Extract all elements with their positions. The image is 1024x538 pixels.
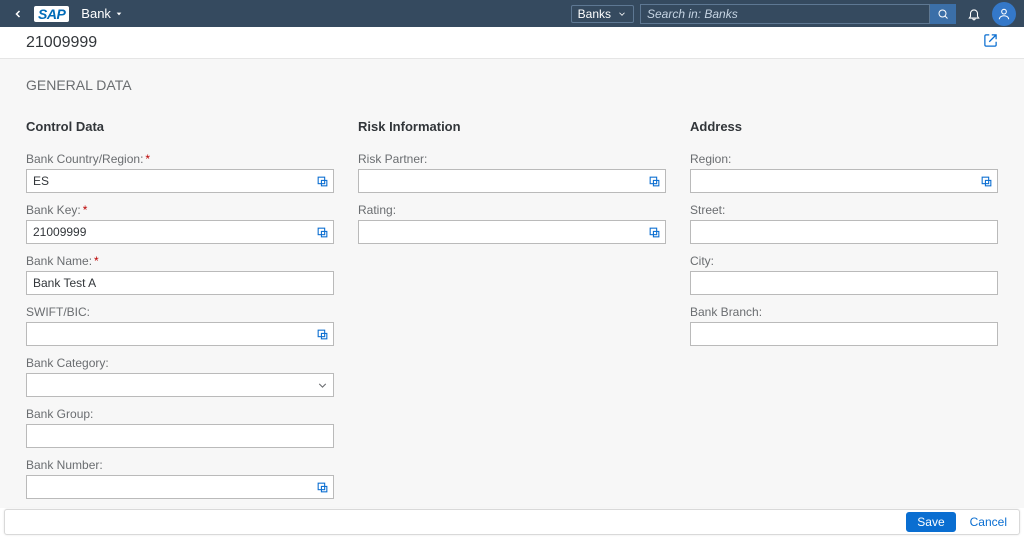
label-bank-key: Bank Key: xyxy=(26,203,81,217)
field-bank-group: Bank Group: xyxy=(26,407,334,448)
label-bank-country: Bank Country/Region: xyxy=(26,152,143,166)
app-title-dropdown[interactable]: Bank xyxy=(75,6,123,21)
required-marker: * xyxy=(94,254,99,268)
valuehelp-icon xyxy=(316,481,329,494)
input-risk-partner[interactable] xyxy=(358,169,666,193)
sap-logo: SAP xyxy=(34,6,69,22)
save-button[interactable]: Save xyxy=(906,512,955,532)
valuehelp-icon xyxy=(648,175,661,188)
form-columns: Control Data Bank Country/Region:* Bank … xyxy=(26,119,998,508)
notifications-button[interactable] xyxy=(962,2,986,26)
chevron-down-icon xyxy=(316,379,329,392)
content: GENERAL DATA Control Data Bank Country/R… xyxy=(0,59,1024,508)
label-swift: SWIFT/BIC: xyxy=(26,305,90,319)
valuehelp-icon xyxy=(980,175,993,188)
label-bank-number: Bank Number: xyxy=(26,458,103,472)
required-marker: * xyxy=(145,152,150,166)
chevron-down-icon xyxy=(617,9,627,19)
risk-info-title: Risk Information xyxy=(358,119,666,134)
field-rating: Rating: xyxy=(358,203,666,244)
input-city[interactable] xyxy=(690,271,998,295)
search-input[interactable] xyxy=(640,4,930,24)
input-bank-key[interactable] xyxy=(26,220,334,244)
label-bank-branch: Bank Branch: xyxy=(690,305,762,319)
share-button[interactable] xyxy=(983,33,998,53)
field-risk-partner: Risk Partner: xyxy=(358,152,666,193)
cancel-button[interactable]: Cancel xyxy=(966,513,1011,531)
input-region[interactable] xyxy=(690,169,998,193)
user-button[interactable] xyxy=(992,2,1016,26)
search-button[interactable] xyxy=(930,4,956,24)
label-risk-partner: Risk Partner: xyxy=(358,152,427,166)
back-button[interactable] xyxy=(8,4,28,24)
section-title: GENERAL DATA xyxy=(26,77,998,93)
input-rating[interactable] xyxy=(358,220,666,244)
label-street: Street: xyxy=(690,203,725,217)
shell-header: SAP Bank Banks xyxy=(0,0,1024,27)
chevron-left-icon xyxy=(12,8,24,20)
valuehelp-icon xyxy=(316,328,329,341)
field-bank-category: Bank Category: xyxy=(26,356,334,397)
control-data-column: Control Data Bank Country/Region:* Bank … xyxy=(26,119,334,508)
search-scope-label: Banks xyxy=(578,7,611,21)
valuehelp-bank-number[interactable] xyxy=(311,476,333,498)
input-bank-name[interactable] xyxy=(26,271,334,295)
search-icon xyxy=(937,8,949,20)
input-bank-branch[interactable] xyxy=(690,322,998,346)
label-bank-name: Bank Name: xyxy=(26,254,92,268)
valuehelp-swift[interactable] xyxy=(311,323,333,345)
label-bank-group: Bank Group: xyxy=(26,407,93,421)
address-title: Address xyxy=(690,119,998,134)
app-title-label: Bank xyxy=(81,6,111,21)
field-region: Region: xyxy=(690,152,998,193)
risk-info-column: Risk Information Risk Partner: Rating: xyxy=(358,119,666,254)
field-bank-key: Bank Key:* xyxy=(26,203,334,244)
address-column: Address Region: Street: City: xyxy=(690,119,998,356)
share-icon xyxy=(983,33,998,48)
user-icon xyxy=(997,7,1011,21)
input-bank-number[interactable] xyxy=(26,475,334,499)
required-marker: * xyxy=(83,203,88,217)
valuehelp-bank-country[interactable] xyxy=(311,170,333,192)
valuehelp-icon xyxy=(316,175,329,188)
dropdown-bank-category[interactable] xyxy=(311,374,333,396)
label-rating: Rating: xyxy=(358,203,396,217)
input-swift[interactable] xyxy=(26,322,334,346)
bell-icon xyxy=(967,7,981,21)
field-bank-country: Bank Country/Region:* xyxy=(26,152,334,193)
field-branch: Bank Branch: xyxy=(690,305,998,346)
input-bank-group[interactable] xyxy=(26,424,334,448)
valuehelp-risk-partner[interactable] xyxy=(643,170,665,192)
valuehelp-icon xyxy=(316,226,329,239)
label-city: City: xyxy=(690,254,714,268)
search-wrap xyxy=(640,4,956,24)
valuehelp-bank-key[interactable] xyxy=(311,221,333,243)
caret-down-icon xyxy=(115,10,123,18)
valuehelp-rating[interactable] xyxy=(643,221,665,243)
input-street[interactable] xyxy=(690,220,998,244)
field-city: City: xyxy=(690,254,998,295)
label-bank-category: Bank Category: xyxy=(26,356,109,370)
field-bank-number: Bank Number: xyxy=(26,458,334,499)
input-bank-category[interactable] xyxy=(26,373,334,397)
page-header: 21009999 xyxy=(0,27,1024,59)
control-data-title: Control Data xyxy=(26,119,334,134)
valuehelp-region[interactable] xyxy=(975,170,997,192)
field-bank-name: Bank Name:* xyxy=(26,254,334,295)
valuehelp-icon xyxy=(648,226,661,239)
label-region: Region: xyxy=(690,152,731,166)
field-street: Street: xyxy=(690,203,998,244)
input-bank-country[interactable] xyxy=(26,169,334,193)
field-swift: SWIFT/BIC: xyxy=(26,305,334,346)
page-title: 21009999 xyxy=(26,34,97,52)
footer-toolbar: Save Cancel xyxy=(4,509,1020,535)
search-scope-select[interactable]: Banks xyxy=(571,5,634,23)
